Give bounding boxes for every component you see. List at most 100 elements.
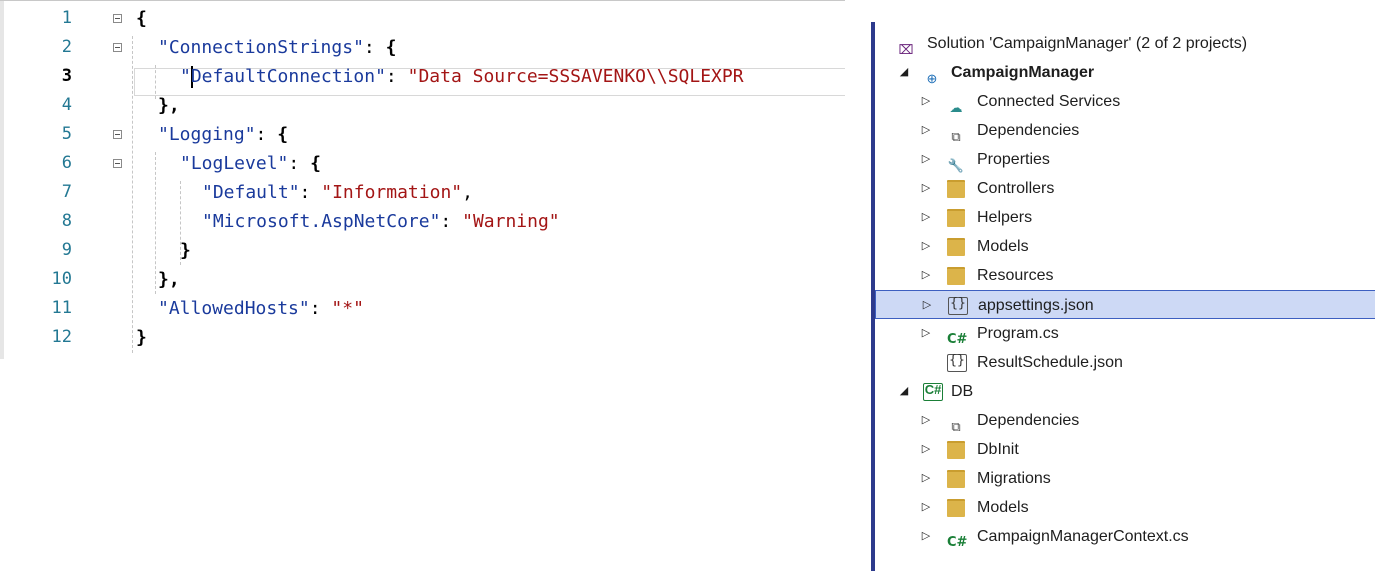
solution-explorer: ⌧ Solution 'CampaignManager' (2 of 2 proj… [871,22,1375,571]
code-line[interactable]: 6 "LogLevel": { [0,149,845,178]
code-line[interactable]: 2 "ConnectionStrings": { [0,33,845,62]
dependencies-icon: ⧉ [951,419,961,434]
indent-guide [180,181,181,265]
fold-toggle-icon[interactable] [113,130,122,139]
code-token: DefaultConnection" [190,66,386,87]
code-token: }, [158,95,180,116]
tree-item[interactable]: ▷ Resources [875,261,1375,290]
solution-icon: ⌧ [898,42,914,57]
code-text: "Logging": { [158,120,288,149]
fold-toggle-icon[interactable] [113,43,122,52]
folder-icon [947,209,965,227]
code-token: : [309,298,332,319]
collapsed-arrow-icon[interactable]: ▷ [921,116,931,145]
code-line[interactable]: 9} [0,236,845,265]
tree-item-label: appsettings.json [978,297,1094,314]
code-line[interactable]: 1{ [0,4,845,33]
csharp-project-icon: C# [923,383,943,401]
tree-item-label: CampaignManager [951,64,1095,81]
indent-guide [132,36,133,353]
indent-guide [155,65,156,99]
code-text: } [136,323,147,352]
tree-item[interactable]: ▷ ⧉ Dependencies [875,116,1375,145]
csharp-file-icon: C# [947,332,968,347]
code-token: , [462,182,473,203]
tree-item[interactable]: ◢ C# DB [875,377,1375,406]
code-token: : [440,211,463,232]
code-text: "Default": "Information", [202,178,473,207]
line-number: 2 [61,37,72,57]
collapsed-arrow-icon[interactable]: ▷ [921,464,931,493]
tree-item[interactable]: ▷ C# CampaignManagerContext.cs [875,522,1375,551]
code-token: " [180,66,191,87]
tree-item-label: DbInit [977,441,1019,458]
code-token: { [277,124,289,145]
tree-item[interactable]: ▷ Models [875,493,1375,522]
code-line[interactable]: 12} [0,323,845,352]
code-line[interactable]: 7 "Default": "Information", [0,178,845,207]
collapsed-arrow-icon[interactable]: ▷ [921,232,931,261]
tree-item-label: Helpers [977,209,1033,226]
tree-item-label: Dependencies [977,122,1080,139]
connected-services-icon: ☁ [949,100,963,115]
code-text: } [180,236,191,265]
tree-item[interactable]: ▷ Models [875,232,1375,261]
code-token: : [363,37,386,58]
tree-item[interactable]: ▷ {} appsettings.json [875,290,1375,319]
collapsed-arrow-icon[interactable]: ▷ [921,203,931,232]
code-token: } [136,327,147,348]
collapsed-arrow-icon[interactable]: ▷ [921,493,931,522]
code-text: }, [158,265,180,294]
web-project-icon: ⊕ [926,71,938,86]
code-line[interactable]: 3 "DefaultConnection": "Data Source=SSSAV… [0,62,845,91]
tree-item[interactable]: ▷ ⧉ Dependencies [875,406,1375,435]
tree-item[interactable]: ▷ DbInit [875,435,1375,464]
tree-item[interactable]: ⌧ Solution 'CampaignManager' (2 of 2 proj… [875,29,1375,58]
tree-item[interactable]: ▷ Migrations [875,464,1375,493]
code-token: "*" [331,298,364,319]
code-token: "AllowedHosts" [158,298,310,319]
tree-item[interactable]: ▷ Controllers [875,174,1375,203]
collapsed-arrow-icon[interactable]: ▷ [921,174,931,203]
code-text: "LogLevel": { [180,149,321,178]
collapsed-arrow-icon[interactable]: ▷ [921,522,931,551]
code-text: { [136,4,147,33]
code-line[interactable]: 5 "Logging": { [0,120,845,149]
collapsed-arrow-icon[interactable]: ▷ [921,319,931,348]
collapsed-arrow-icon[interactable]: ▷ [921,261,931,290]
collapsed-arrow-icon[interactable]: ▷ [921,145,931,174]
line-number: 3 [61,66,72,86]
folder-icon [947,499,965,517]
code-token: "Microsoft.AspNetCore" [202,211,441,232]
collapsed-arrow-icon[interactable]: ▷ [922,291,932,320]
code-line[interactable]: 11 "AllowedHosts": "*" [0,294,845,323]
tree-item[interactable]: {} ResultSchedule.json [875,348,1375,377]
folder-icon [947,470,965,488]
tree-item[interactable]: ▷ Helpers [875,203,1375,232]
tree-item[interactable]: ▷ ☁ Connected Services [875,87,1375,116]
dependencies-icon: ⧉ [951,129,961,144]
fold-toggle-icon[interactable] [113,159,122,168]
line-number: 1 [61,8,72,28]
tree-item[interactable]: ◢ ⊕ CampaignManager [875,58,1375,87]
code-token: : [385,66,408,87]
collapsed-arrow-icon[interactable]: ▷ [921,87,931,116]
tree-item-label: CampaignManagerContext.cs [977,528,1189,545]
tree-item[interactable]: ▷ 🔧 Properties [875,145,1375,174]
collapsed-arrow-icon[interactable]: ▷ [921,406,931,435]
json-file-icon: {} [947,354,967,372]
fold-toggle-icon[interactable] [113,14,122,23]
code-line[interactable]: 10}, [0,265,845,294]
expanded-arrow-icon[interactable]: ◢ [899,58,909,87]
line-number: 4 [61,95,72,115]
code-token: "Information" [321,182,463,203]
code-token: { [385,37,397,58]
code-editor[interactable]: 1{2 "ConnectionStrings": {3 "DefaultConnec… [0,0,845,359]
code-line[interactable]: 8 "Microsoft.AspNetCore": "Warning" [0,207,845,236]
code-line[interactable]: 4}, [0,91,845,120]
collapsed-arrow-icon[interactable]: ▷ [921,435,931,464]
tree-item[interactable]: ▷ C# Program.cs [875,319,1375,348]
code-text: "DefaultConnection": "Data Source=SSSAVE… [180,62,744,91]
tree-item-label: Dependencies [977,412,1080,429]
expanded-arrow-icon[interactable]: ◢ [899,377,909,406]
